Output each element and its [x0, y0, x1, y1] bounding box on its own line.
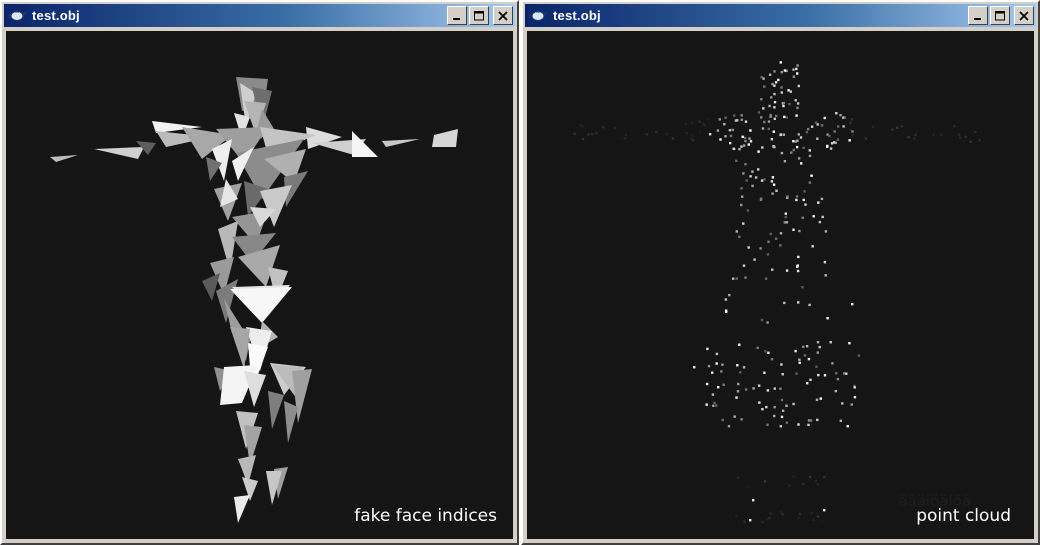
maximize-icon — [994, 10, 1005, 20]
minimize-icon — [453, 17, 460, 20]
title-bar[interactable]: test.obj — [4, 4, 515, 27]
minimize-button[interactable] — [968, 6, 988, 25]
render-viewport[interactable]: fake face indices — [6, 31, 513, 539]
teapot-icon[interactable] — [8, 9, 26, 22]
minimize-icon — [974, 17, 981, 20]
teapot-icon[interactable] — [529, 9, 547, 22]
mesh-render — [50, 77, 458, 523]
render-mode-label: fake face indices — [354, 506, 497, 526]
maximize-button[interactable] — [469, 6, 489, 25]
window-point-cloud[interactable]: test.obj ääälöälöä point cloud — [521, 0, 1040, 545]
close-icon — [498, 10, 508, 21]
render-viewport[interactable]: ääälöälöä point cloud — [527, 31, 1034, 539]
title-bar[interactable]: test.obj — [525, 4, 1036, 27]
window-fake-face-indices[interactable]: test.obj fake face indices — [0, 0, 519, 545]
window-title: test.obj — [553, 8, 601, 23]
mesh-triangles — [50, 77, 458, 523]
render-mode-label: point cloud — [916, 506, 1011, 526]
close-button[interactable] — [493, 6, 513, 25]
window-title: test.obj — [32, 8, 80, 23]
maximize-icon — [473, 10, 484, 20]
point-cloud-render — [573, 61, 981, 524]
close-button[interactable] — [1014, 6, 1034, 25]
minimize-button[interactable] — [447, 6, 467, 25]
maximize-button[interactable] — [990, 6, 1010, 25]
close-icon — [1019, 10, 1029, 21]
